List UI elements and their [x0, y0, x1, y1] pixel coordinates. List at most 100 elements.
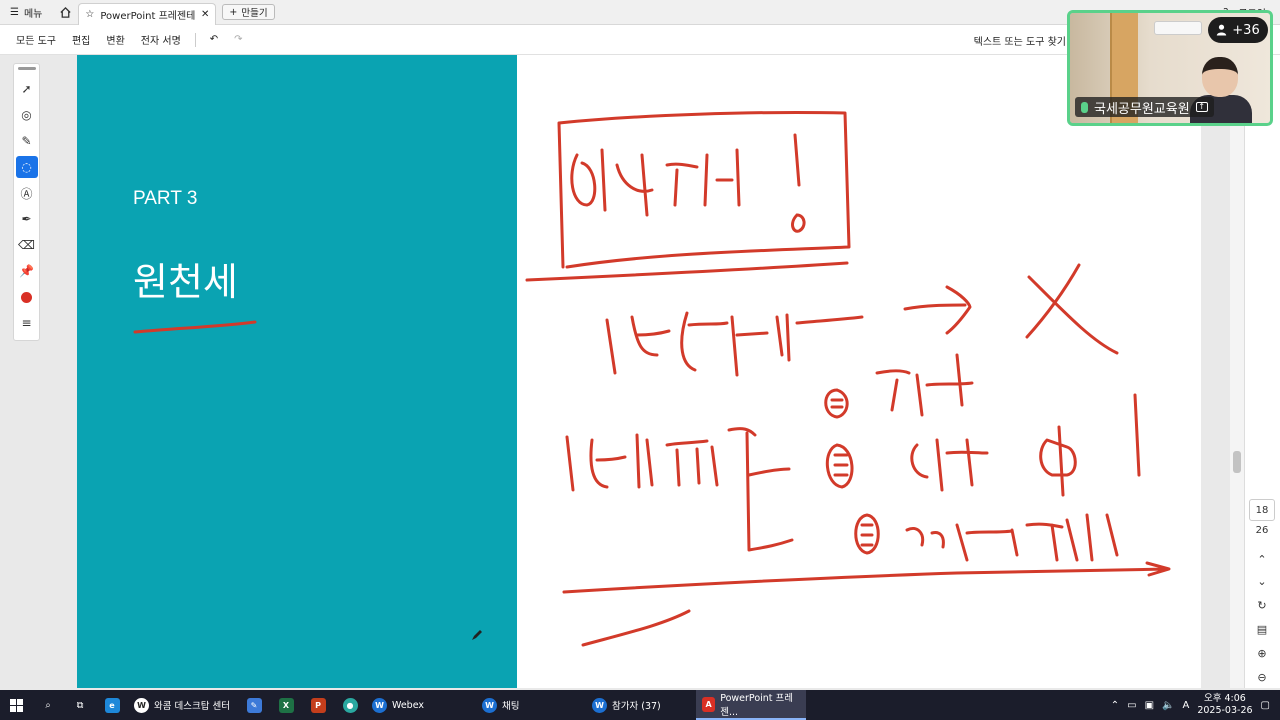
- volume-icon[interactable]: 🔈: [1162, 700, 1174, 711]
- home-button[interactable]: [52, 0, 78, 25]
- pdf-icon: A: [702, 696, 716, 712]
- line-weight-icon[interactable]: ≡: [16, 312, 38, 334]
- eraser-icon[interactable]: ⌫: [16, 234, 38, 256]
- page-nav-rail: 18 26 ⌃ ⌄ ↻ ▤ ⊕ ⊖: [1244, 55, 1280, 688]
- webex-icon: W: [592, 697, 607, 713]
- app-globe-icon[interactable]: ●: [334, 690, 366, 720]
- new-tab-label: 만들기: [241, 8, 268, 19]
- total-pages: 26: [1255, 525, 1269, 536]
- ink-underline-title: [133, 320, 257, 334]
- taskbar-app-powerpoint-pdf[interactable]: A PowerPoint 프레젠...: [696, 690, 806, 720]
- page-file-icon[interactable]: ▤: [1251, 619, 1273, 639]
- battery-icon[interactable]: ▣: [1145, 700, 1154, 711]
- ink-x-mark: [1025, 263, 1119, 355]
- ink-short-stroke: [581, 609, 691, 647]
- notification-icon[interactable]: ▢: [1261, 700, 1270, 711]
- notepad-icon[interactable]: ✎: [238, 690, 270, 720]
- mic-icon: [1081, 101, 1088, 113]
- scrollbar-thumb[interactable]: [1233, 451, 1241, 473]
- taskbar-app-participants[interactable]: W 참가자 (37): [586, 690, 696, 720]
- home-icon: [60, 6, 71, 18]
- slide-page[interactable]: PART 3 원천세: [77, 55, 1201, 688]
- zoom-in-icon[interactable]: ⊕: [1251, 643, 1273, 663]
- taskbar-app-chat[interactable]: W 채팅: [476, 690, 586, 720]
- excel-icon[interactable]: X: [270, 690, 302, 720]
- vertical-scrollbar[interactable]: [1230, 55, 1244, 688]
- chevron-up-icon[interactable]: ⌃: [1111, 700, 1119, 711]
- menu-edit[interactable]: 편집: [64, 32, 98, 47]
- taskbar-app-label: 채팅: [502, 701, 520, 712]
- drag-handle[interactable]: [17, 67, 36, 70]
- chevron-down-icon[interactable]: ⌄: [1251, 571, 1273, 591]
- system-tray: ⌃ ▭ ▣ 🔈 A 오후 4:06 2025-03-26 ▢: [1111, 690, 1280, 720]
- tab-title: PowerPoint 프레젠테...: [100, 10, 195, 22]
- highlight-pen-icon[interactable]: ✎: [16, 130, 38, 152]
- menu-all-tools[interactable]: 모든 도구: [8, 32, 64, 47]
- select-tool-icon[interactable]: ➚: [16, 78, 38, 100]
- clock-date: 2025-03-26: [1197, 705, 1253, 716]
- comment-tool-icon[interactable]: ◎: [16, 104, 38, 126]
- new-tab-button[interactable]: + 만들기: [222, 4, 275, 20]
- ime-indicator[interactable]: A: [1182, 700, 1189, 711]
- participant-count: +36: [1232, 22, 1260, 38]
- ink-arrow: [903, 285, 972, 335]
- color-picker-icon[interactable]: [16, 286, 38, 308]
- menu-e-signature[interactable]: 전자 서명: [133, 32, 189, 47]
- zoom-out-icon[interactable]: ⊖: [1251, 667, 1273, 687]
- wacom-icon: W: [134, 697, 149, 713]
- taskbar-app-webex[interactable]: W Webex: [366, 690, 476, 720]
- search-icon[interactable]: ⌕: [32, 690, 64, 720]
- annotation-tool-rail: ➚ ◎ ✎ ◌ Ⓐ ✒ ⌫ 📌 ≡: [13, 63, 40, 341]
- text-box-icon[interactable]: Ⓐ: [16, 182, 38, 204]
- taskbar-app-wacom[interactable]: W 와콤 데스크탑 센터: [128, 690, 238, 720]
- share-icon[interactable]: ↑: [1195, 102, 1208, 112]
- red-color-dot: [21, 291, 32, 303]
- ink-annotations: [133, 110, 1171, 647]
- task-view-icon[interactable]: ⧉: [64, 690, 96, 720]
- video-tile[interactable]: +36 국세공무원교육원 ↑: [1067, 10, 1273, 126]
- ink-scribble-4: [824, 353, 1141, 497]
- ink-scribble-2: [605, 311, 864, 377]
- plus-icon: +: [229, 6, 238, 18]
- clock[interactable]: 오후 4:06 2025-03-26: [1197, 693, 1252, 717]
- network-icon[interactable]: ▭: [1127, 700, 1136, 711]
- undo-icon[interactable]: ↶: [202, 34, 226, 45]
- current-page-input[interactable]: 18: [1249, 499, 1275, 521]
- menu-button[interactable]: ☰ 메뉴: [0, 0, 52, 25]
- powerpoint-icon[interactable]: P: [302, 690, 334, 720]
- chevron-up-icon[interactable]: ⌃: [1251, 549, 1273, 569]
- participant-name: 국세공무원교육원: [1094, 101, 1190, 117]
- rotate-icon[interactable]: ↻: [1251, 595, 1273, 615]
- taskbar-app-label: 참가자 (37): [612, 701, 661, 712]
- windows-start-icon[interactable]: [0, 690, 32, 720]
- star-icon[interactable]: ☆: [85, 9, 94, 20]
- webex-icon: W: [482, 697, 497, 713]
- person-icon: [1217, 24, 1227, 36]
- taskbar-app-label: PowerPoint 프레젠...: [720, 693, 794, 718]
- close-icon[interactable]: ✕: [201, 9, 209, 20]
- ink-long-underline: [562, 561, 1171, 594]
- hamburger-icon: ☰: [10, 6, 19, 18]
- menu-label: 메뉴: [23, 8, 43, 20]
- windows-taskbar: ⌕ ⧉ e W 와콤 데스크탑 센터 ✎ X P ● W Webex W 채팅 …: [0, 690, 1280, 720]
- ink-scribble-3: [565, 427, 794, 552]
- find-tools-input[interactable]: 텍스트 또는 도구 찾기: [974, 33, 1066, 48]
- clock-time: 오후 4:06: [1204, 693, 1246, 704]
- redo-icon[interactable]: ↷: [226, 34, 250, 45]
- taskbar-app-label: Webex: [392, 699, 425, 711]
- ink-scribble-5: [854, 513, 1119, 562]
- participants-badge[interactable]: +36: [1208, 17, 1268, 43]
- taskbar-app-label: 와콤 데스크탑 센터: [154, 701, 230, 712]
- ink-scribble-1: [570, 133, 806, 233]
- pin-icon[interactable]: 📌: [16, 260, 38, 282]
- edge-icon[interactable]: e: [96, 690, 128, 720]
- video-name-caption: 국세공무원교육원 ↑: [1075, 97, 1214, 117]
- webex-icon: W: [372, 697, 387, 713]
- tab-powerpoint[interactable]: ☆ PowerPoint 프레젠테... ✕: [78, 2, 217, 25]
- lasso-draw-icon[interactable]: ◌: [15, 156, 38, 178]
- divider: [194, 32, 196, 47]
- sign-pen-icon[interactable]: ✒: [16, 208, 38, 230]
- pen-cursor-icon: [472, 630, 482, 640]
- menu-convert[interactable]: 변환: [98, 32, 132, 47]
- video-air-conditioner: [1154, 21, 1202, 35]
